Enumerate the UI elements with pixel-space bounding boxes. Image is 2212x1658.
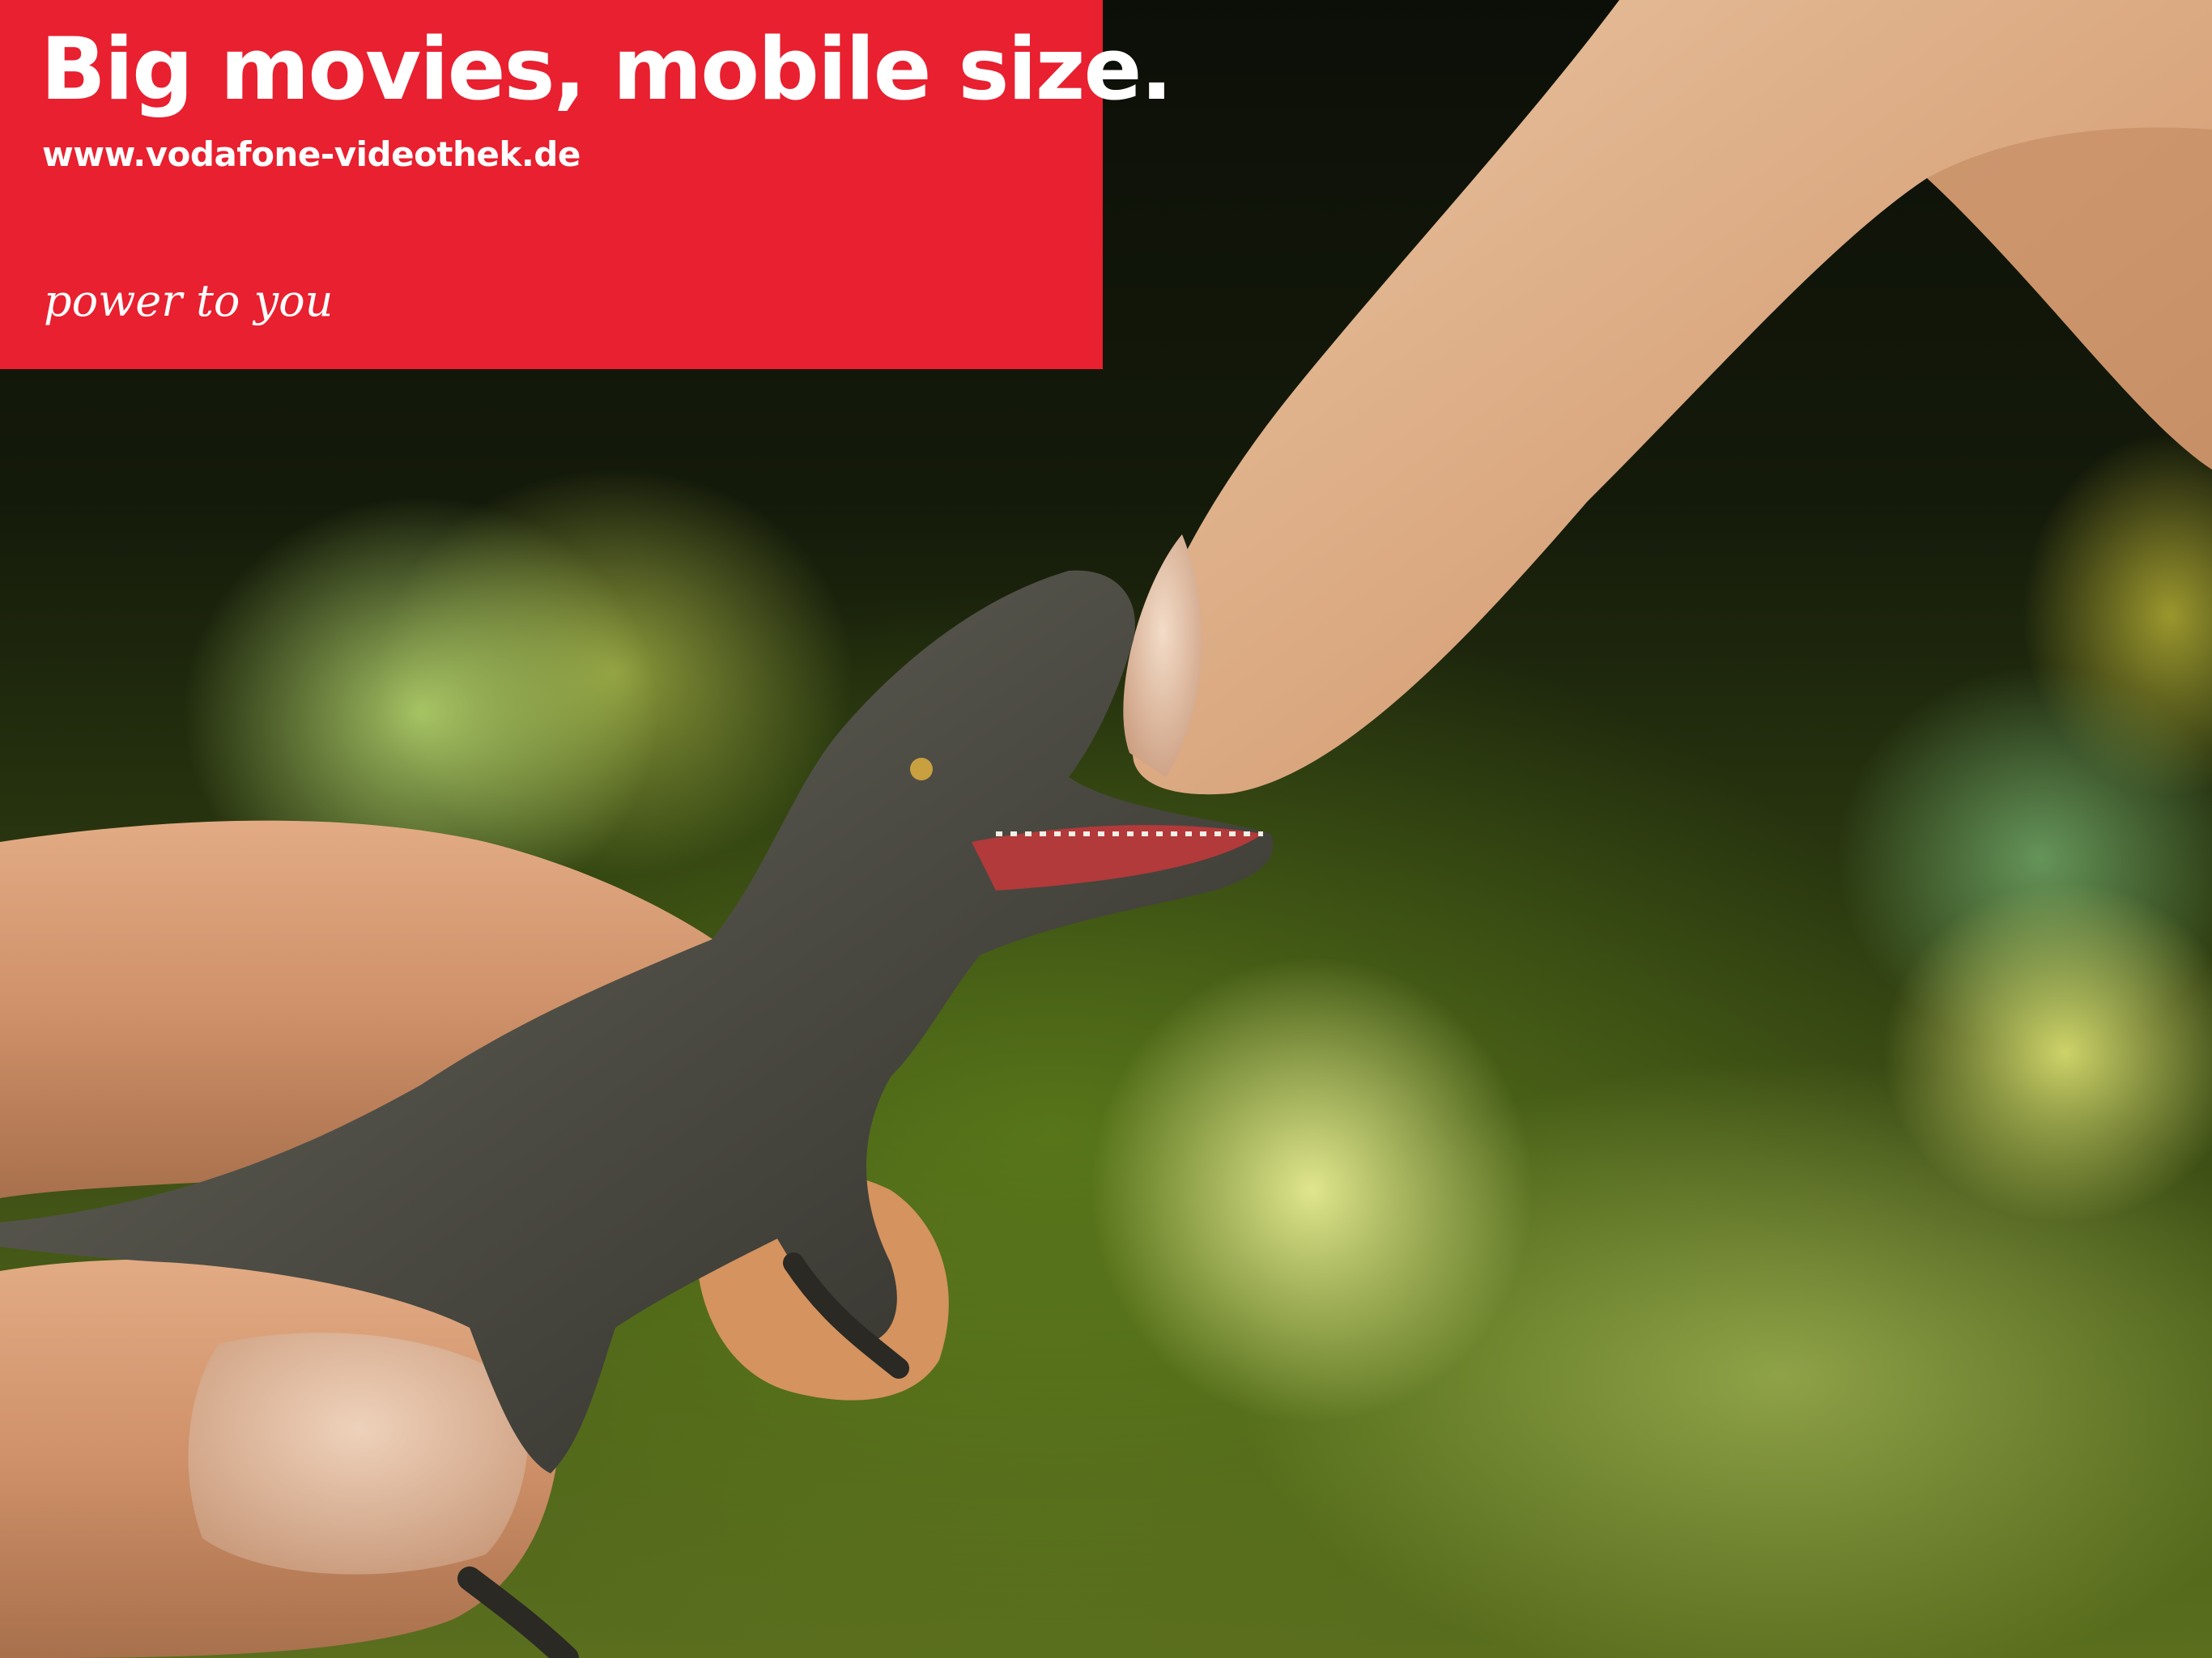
- tagline: power to you: [44, 275, 334, 326]
- advert-scene: Big movies, mobile size. www.vodafone-vi…: [0, 0, 2212, 1658]
- website-link[interactable]: www.vodafone-videothek.de: [42, 134, 581, 174]
- finger-shape: [1131, 0, 2212, 795]
- thumbnail: [188, 1333, 529, 1575]
- headline: Big movies, mobile size.: [40, 19, 1173, 119]
- dinosaur-eye: [910, 758, 933, 780]
- brand-banner: Big movies, mobile size. www.vodafone-vi…: [0, 0, 1173, 369]
- knuckle-shadow: [1927, 127, 2212, 470]
- dinosaur-leg: [457, 1567, 579, 1658]
- pointing-finger: [1123, 0, 2212, 795]
